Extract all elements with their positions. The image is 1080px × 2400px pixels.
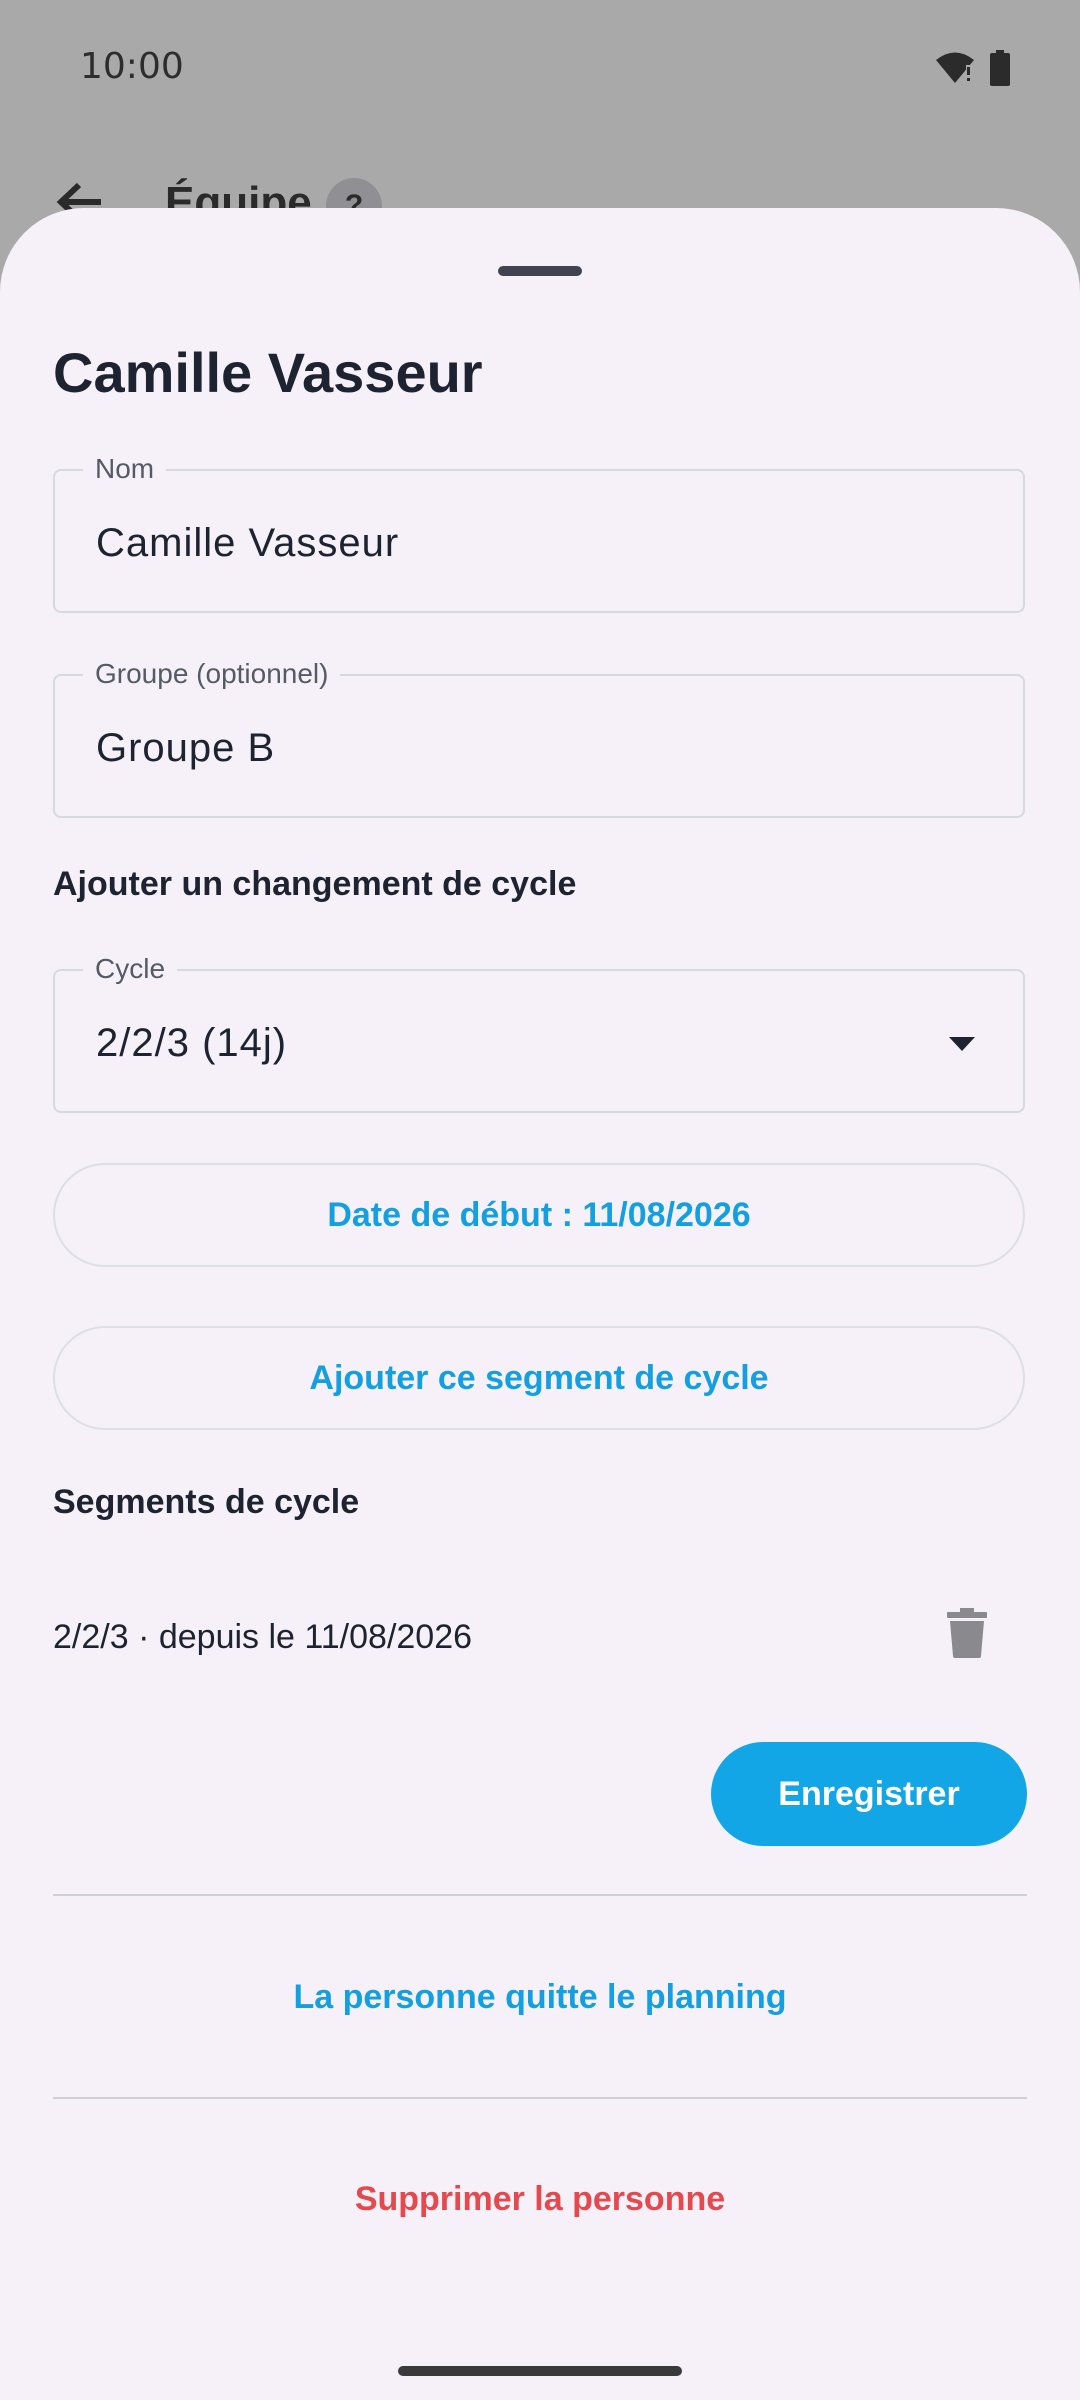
save-button[interactable]: Enregistrer [711,1742,1027,1846]
name-field-value: Camille Vasseur [96,521,400,565]
segment-text: 2/2/3 · depuis le 11/08/2026 [53,1618,473,1656]
leave-planning-button[interactable]: La personne quitte le planning [0,1978,1080,2017]
status-time: 10:00 [80,46,184,87]
battery-icon [990,50,1010,91]
person-edit-sheet: Camille Vasseur Nom Camille Vasseur Grou… [0,208,1080,2400]
name-field-label: Nom [83,453,167,485]
status-icons [934,50,1010,91]
name-field[interactable]: Nom Camille Vasseur [53,453,1025,613]
delete-segment-trash-icon[interactable] [947,1608,987,1663]
cycle-dropdown[interactable]: Cycle 2/2/3 (14j) [53,953,1025,1113]
group-field-label: Groupe (optionnel) [83,658,341,690]
add-segment-button[interactable]: Ajouter ce segment de cycle [53,1326,1025,1430]
delete-person-button[interactable]: Supprimer la personne [0,2180,1080,2219]
segments-section-title: Segments de cycle [53,1483,360,1521]
start-date-button[interactable]: Date de début : 11/08/2026 [53,1163,1025,1267]
cycle-field-value: 2/2/3 (14j) [96,1021,288,1065]
group-field[interactable]: Groupe (optionnel) Groupe B [53,658,1025,818]
segment-row: 2/2/3 · depuis le 11/08/2026 [53,1600,1025,1680]
divider [53,1894,1027,1896]
dropdown-arrow-icon [949,1037,975,1051]
gesture-nav-handle[interactable] [398,2366,682,2376]
group-field-value: Groupe B [96,726,276,770]
divider [53,2097,1027,2099]
sheet-drag-handle[interactable] [498,266,582,276]
sheet-title: Camille Vasseur [53,341,483,404]
add-cycle-section-title: Ajouter un changement de cycle [53,865,577,903]
cycle-field-label: Cycle [83,953,178,985]
wifi-alert-icon [934,51,976,90]
status-bar: 10:00 [0,0,1080,135]
